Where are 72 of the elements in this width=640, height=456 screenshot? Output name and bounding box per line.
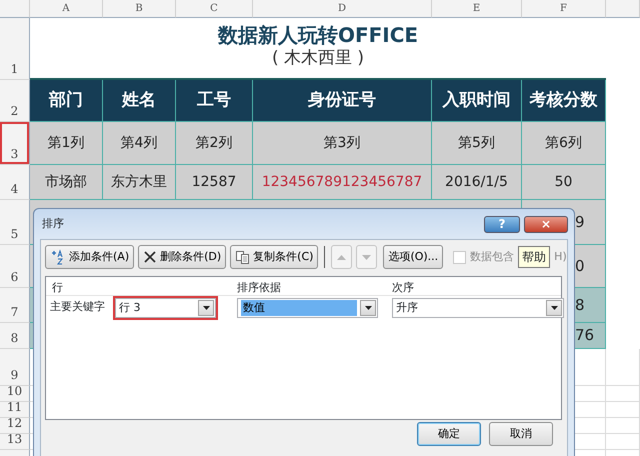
dropdown[interactable]: 升序 bbox=[392, 298, 564, 318]
sort-az-icon bbox=[50, 249, 66, 265]
column-label: 次序 bbox=[392, 280, 414, 296]
empty-cell[interactable] bbox=[606, 386, 640, 402]
row-header[interactable]: 12 bbox=[0, 418, 30, 434]
table-cell: 2016/1/5 bbox=[432, 165, 522, 200]
table-cell: 市场部 bbox=[30, 165, 103, 200]
table-cell: 50 bbox=[522, 165, 606, 200]
column-heading: 部门 bbox=[30, 80, 103, 122]
triangle-up-icon bbox=[337, 254, 346, 260]
column-header[interactable]: E bbox=[432, 0, 522, 18]
table-cell: 12587 bbox=[176, 165, 253, 200]
empty-cell[interactable] bbox=[606, 402, 640, 418]
caret-icon bbox=[550, 306, 558, 310]
row-header[interactable]: 6 bbox=[0, 245, 30, 288]
dropdown[interactable]: 数值 bbox=[237, 298, 378, 318]
table-cell: 第1列 bbox=[30, 122, 103, 165]
ok-button[interactable]: 确定 bbox=[417, 422, 481, 446]
row-header[interactable]: 7 bbox=[0, 288, 30, 323]
row-header[interactable]: 4 bbox=[0, 165, 30, 200]
cancel-button[interactable]: 取消 bbox=[489, 422, 553, 446]
sheet-title: 数据新人玩转OFFICE bbox=[218, 24, 418, 46]
column-heading: 入职时间 bbox=[432, 80, 522, 122]
table-cell: 第5列 bbox=[432, 122, 522, 165]
row-header[interactable] bbox=[0, 450, 30, 456]
triangle-down-icon bbox=[362, 254, 372, 260]
checkbox-label: 数据包含 bbox=[470, 248, 514, 265]
toolbar-button[interactable]: 添加条件(A) bbox=[45, 245, 134, 269]
toolbar-button[interactable]: 选项(O)... bbox=[383, 245, 444, 269]
column-header[interactable]: B bbox=[103, 0, 176, 18]
column-header[interactable]: D bbox=[253, 0, 432, 18]
row-header[interactable]: 10 bbox=[0, 386, 30, 402]
dropdown[interactable]: 行 3 bbox=[115, 298, 216, 318]
sheet-subtitle: ( 木木西里 ) bbox=[272, 47, 364, 70]
dialog-title: 排序 bbox=[42, 216, 64, 232]
table-cell: 第6列 bbox=[522, 122, 606, 165]
table-cell: 东方木里 bbox=[103, 165, 176, 200]
row-label: 主要关键字 bbox=[50, 299, 105, 315]
empty-cell[interactable] bbox=[606, 434, 640, 450]
caret-icon bbox=[364, 306, 372, 310]
empty-cell[interactable] bbox=[606, 349, 640, 386]
row-header[interactable]: 1 bbox=[0, 18, 30, 80]
table-cell: 123456789123456787 bbox=[253, 165, 432, 200]
table-cell: 第2列 bbox=[176, 122, 253, 165]
column-label: 排序依据 bbox=[237, 280, 281, 296]
column-header[interactable]: A bbox=[30, 0, 103, 18]
close-icon bbox=[143, 250, 158, 264]
row-header[interactable]: 2 bbox=[0, 80, 30, 122]
column-label: 行 bbox=[52, 280, 63, 296]
column-heading: 工号 bbox=[176, 80, 253, 122]
select-all-corner[interactable] bbox=[0, 0, 30, 18]
empty-cell[interactable] bbox=[606, 418, 640, 434]
column-heading: 身份证号 bbox=[253, 80, 432, 122]
column-header[interactable]: C bbox=[176, 0, 253, 18]
toolbar-button[interactable]: 复制条件(C) bbox=[230, 245, 318, 269]
table-cell: 第3列 bbox=[253, 122, 432, 165]
copy-icon bbox=[235, 250, 250, 264]
row-header[interactable]: 13 bbox=[0, 434, 30, 450]
table-cell: 第4列 bbox=[103, 122, 176, 165]
column-header[interactable] bbox=[606, 0, 640, 18]
checkbox-label: H) bbox=[554, 248, 567, 265]
row-header[interactable]: 8 bbox=[0, 323, 30, 349]
column-heading: 考核分数 bbox=[522, 80, 606, 122]
column-heading: 姓名 bbox=[103, 80, 176, 122]
row-header[interactable]: 5 bbox=[0, 200, 30, 245]
row-header[interactable]: 3 bbox=[0, 122, 30, 165]
toolbar-button[interactable]: 删除条件(D) bbox=[138, 245, 226, 269]
column-header[interactable]: F bbox=[522, 0, 606, 18]
caret-icon bbox=[202, 306, 210, 310]
row-header[interactable]: 9 bbox=[0, 349, 30, 386]
row-header[interactable]: 11 bbox=[0, 402, 30, 418]
help-tooltip: 帮助 bbox=[518, 246, 550, 268]
